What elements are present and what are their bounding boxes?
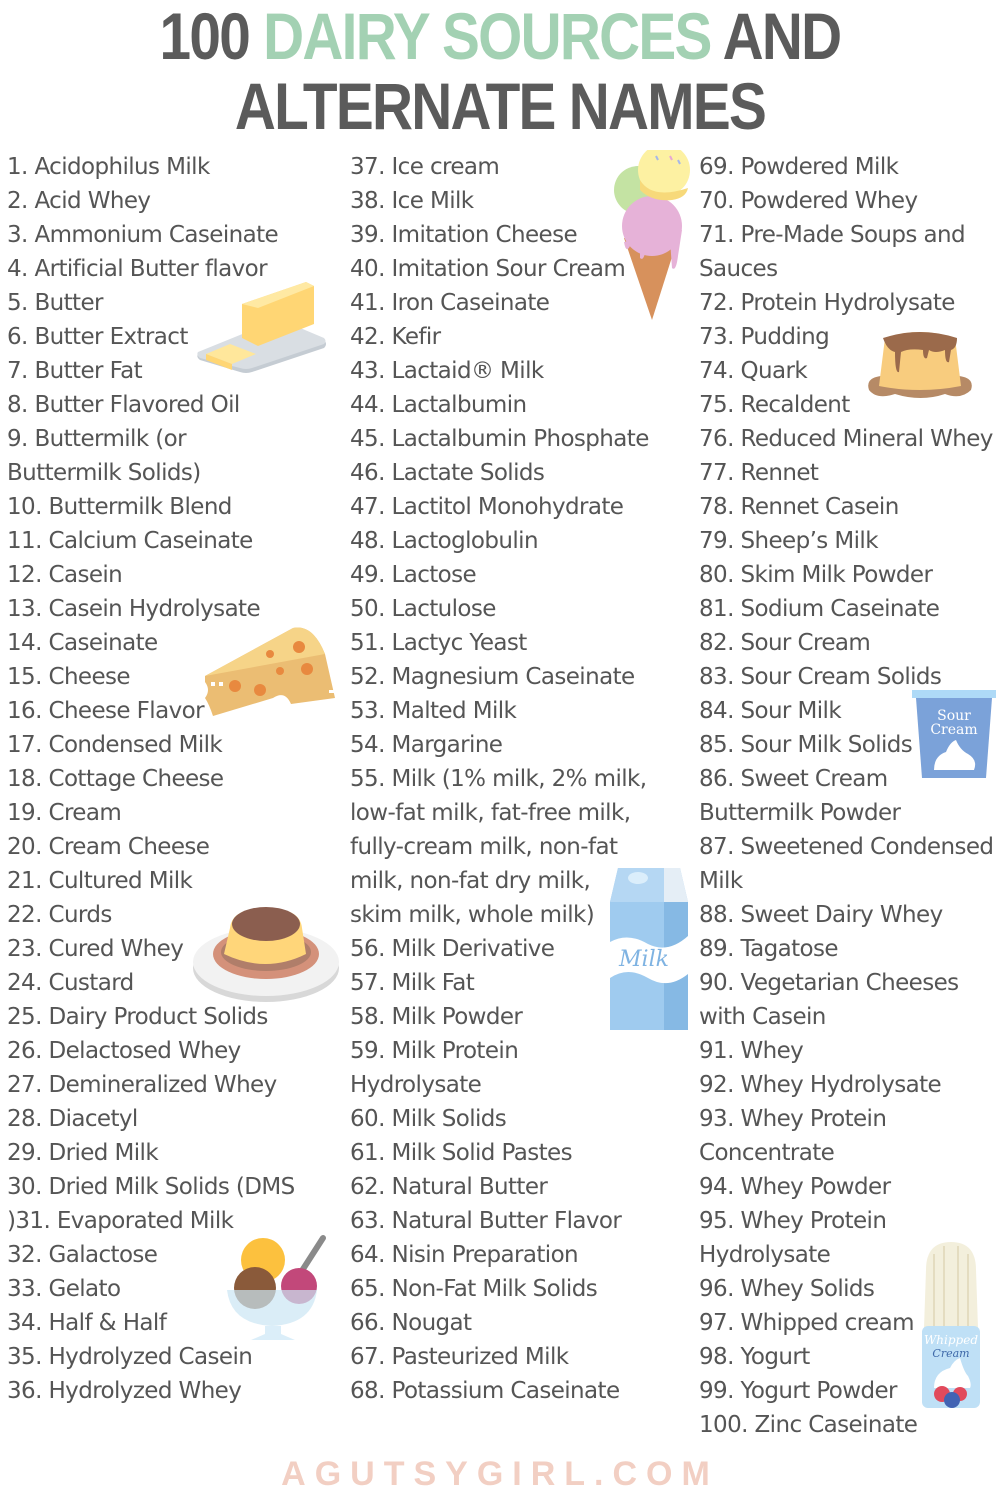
list-item: Buttermilk Solids) bbox=[7, 460, 201, 486]
list-item: Sauces bbox=[699, 256, 778, 282]
list-item: 52. Magnesium Caseinate bbox=[350, 664, 635, 690]
title-line-2: ALTERNATE NAMES bbox=[234, 69, 767, 143]
list-item: 89. Tagatose bbox=[699, 936, 839, 962]
list-item: 30. Dried Milk Solids (DMS bbox=[7, 1174, 295, 1200]
list-item: 12. Casein bbox=[7, 562, 123, 588]
list-item: 17. Condensed Milk bbox=[7, 732, 223, 758]
whipped-cream-label-2: Cream bbox=[932, 1347, 969, 1360]
list-item: 19. Cream bbox=[7, 800, 122, 826]
ice-cream-cone-icon bbox=[614, 150, 690, 320]
list-item: 43. Lactaid® Milk bbox=[350, 358, 544, 384]
list-item: 94. Whey Powder bbox=[699, 1174, 891, 1200]
ice-cream-sundae-icon bbox=[227, 1235, 326, 1340]
list-item: 20. Cream Cheese bbox=[7, 834, 210, 860]
list-item: 55. Milk (1% milk, 2% milk, bbox=[350, 766, 647, 792]
list-item: 63. Natural Butter Flavor bbox=[350, 1208, 622, 1234]
list-item: 66. Nougat bbox=[350, 1310, 472, 1336]
list-item: 26. Delactosed Whey bbox=[7, 1038, 241, 1064]
list-item: 64. Nisin Preparation bbox=[350, 1242, 579, 1268]
list-item: 21. Cultured Milk bbox=[7, 868, 193, 894]
list-item: 46. Lactate Solids bbox=[350, 460, 545, 486]
list-item: 48. Lactoglobulin bbox=[350, 528, 539, 554]
sour-cream-label-2: Cream bbox=[930, 722, 977, 738]
cheese-icon bbox=[205, 627, 335, 716]
list-item: 77. Rennet bbox=[699, 460, 819, 486]
list-item: 76. Reduced Mineral Whey bbox=[699, 426, 993, 452]
list-column-2: 37. Ice cream 38. Ice Milk 39. Imitation C… bbox=[350, 150, 690, 1408]
title-and: AND bbox=[710, 0, 843, 73]
list-item: 28. Diacetyl bbox=[7, 1106, 138, 1132]
list-item: 100. Zinc Caseinate bbox=[699, 1412, 918, 1438]
list-item: 51. Lactyc Yeast bbox=[350, 630, 527, 656]
list-item: 67. Pasteurized Milk bbox=[350, 1344, 569, 1370]
list-item: 27. Demineralized Whey bbox=[7, 1072, 277, 1098]
sour-cream-tub-icon: Sour Cream bbox=[912, 690, 996, 778]
list-item: 79. Sheep’s Milk bbox=[699, 528, 879, 554]
list-item: 50. Lactulose bbox=[350, 596, 496, 622]
title-line-1: 100 DAIRY SOURCES AND bbox=[70, 1, 930, 71]
list-item: 69. Powdered Milk bbox=[699, 154, 899, 180]
whipped-cream-can-icon: Whipped Cream bbox=[922, 1242, 980, 1408]
list-item: 87. Sweetened Condensed bbox=[699, 834, 994, 860]
milk-carton-label: Milk bbox=[618, 947, 669, 972]
list-item: 53. Malted Milk bbox=[350, 698, 517, 724]
list-item: 54. Margarine bbox=[350, 732, 503, 758]
list-item: 81. Sodium Caseinate bbox=[699, 596, 940, 622]
list-item: 92. Whey Hydrolysate bbox=[699, 1072, 942, 1098]
list-item: 65. Non-Fat Milk Solids bbox=[350, 1276, 598, 1302]
list-item: 91. Whey bbox=[699, 1038, 804, 1064]
list-item: Buttermilk Powder bbox=[699, 800, 901, 826]
list-item: 35. Hydrolyzed Casein bbox=[7, 1344, 253, 1370]
list-item: low-fat milk, fat-free milk, bbox=[350, 800, 631, 826]
title-accent: DAIRY SOURCES bbox=[263, 0, 712, 73]
whipped-cream-label-1: Whipped bbox=[924, 1333, 978, 1347]
list-item: 49. Lactose bbox=[350, 562, 477, 588]
list-item: Concentrate bbox=[699, 1140, 835, 1166]
list-item: 44. Lactalbumin bbox=[350, 392, 527, 418]
list-item: 60. Milk Solids bbox=[350, 1106, 507, 1132]
flan-icon bbox=[193, 907, 339, 1002]
list-item: 62. Natural Butter bbox=[350, 1174, 548, 1200]
list-item: 2. Acid Whey bbox=[7, 188, 151, 214]
list-item: 18. Cottage Cheese bbox=[7, 766, 224, 792]
list-item: 70. Powdered Whey bbox=[699, 188, 918, 214]
list-item: Hydrolysate bbox=[350, 1072, 482, 1098]
list-item: 42. Kefir bbox=[350, 324, 441, 350]
list-item: 72. Protein Hydrolysate bbox=[699, 290, 955, 316]
list-item: 68. Potassium Caseinate bbox=[350, 1378, 620, 1404]
list-item: 13. Casein Hydrolysate bbox=[7, 596, 261, 622]
list-item: fully-cream milk, non-fat bbox=[350, 834, 618, 860]
list-item: 1. Acidophilus Milk bbox=[7, 154, 210, 180]
list-item: 80. Skim Milk Powder bbox=[699, 562, 933, 588]
list-item: 82. Sour Cream bbox=[699, 630, 871, 656]
list-item: 61. Milk Solid Pastes bbox=[350, 1140, 573, 1166]
footer-site-name: AGUTSYGIRL.COM bbox=[281, 1455, 719, 1493]
milk-carton-icon: Milk bbox=[610, 868, 688, 1030]
list-item: 78. Rennet Casein bbox=[699, 494, 899, 520]
list-item: 59. Milk Protein bbox=[350, 1038, 519, 1064]
list-item: 90. Vegetarian Cheeses bbox=[699, 970, 959, 996]
list-item: 9. Buttermilk (or bbox=[7, 426, 187, 452]
title-number: 100 bbox=[159, 0, 264, 73]
list-item: 8. Butter Flavored Oil bbox=[7, 392, 240, 418]
pudding-icon bbox=[868, 332, 972, 398]
butter-icon bbox=[197, 282, 326, 373]
list-item: 95. Whey Protein bbox=[699, 1208, 887, 1234]
list-item: Milk bbox=[699, 868, 743, 894]
list-item: 93. Whey Protein bbox=[699, 1106, 887, 1132]
list-item: 25. Dairy Product Solids bbox=[7, 1004, 268, 1030]
list-item: 11. Calcium Caseinate bbox=[7, 528, 253, 554]
list-item: 29. Dried Milk bbox=[7, 1140, 159, 1166]
page-title: 100 DAIRY SOURCES AND ALTERNATE NAMES bbox=[70, 0, 930, 141]
list-item: 47. Lactitol Monohydrate bbox=[350, 494, 624, 520]
list-item: 88. Sweet Dairy Whey bbox=[699, 902, 943, 928]
list-item: with Casein bbox=[699, 1004, 826, 1030]
list-item: 36. Hydrolyzed Whey bbox=[7, 1378, 242, 1404]
list-item: 3. Ammonium Caseinate bbox=[7, 222, 279, 248]
list-item: 10. Buttermilk Blend bbox=[7, 494, 232, 520]
list-item: 45. Lactalbumin Phosphate bbox=[350, 426, 649, 452]
list-item: 83. Sour Cream Solids bbox=[699, 664, 942, 690]
list-item: 71. Pre-Made Soups and bbox=[699, 222, 966, 248]
